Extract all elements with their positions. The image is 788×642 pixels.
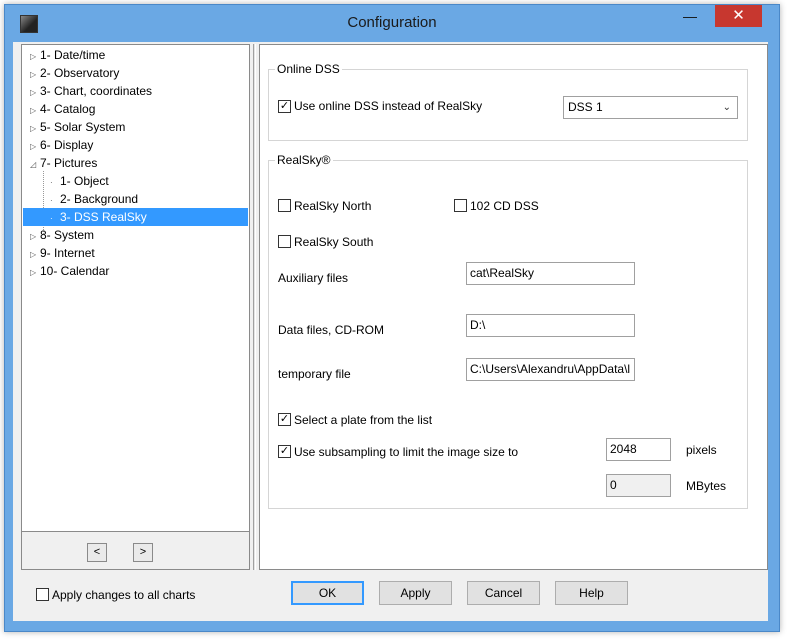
apply-all-charts-checkbox[interactable] (36, 588, 49, 601)
realsky-south-checkbox[interactable] (278, 235, 291, 248)
check-icon: ✓ (279, 413, 290, 425)
use-online-dss-label[interactable]: Use online DSS instead of RealSky (294, 99, 482, 113)
next-page-button[interactable]: > (133, 543, 153, 562)
tree-item-system[interactable]: ▷ 8- System (30, 226, 94, 244)
subsampling-checkbox[interactable]: ✓ (278, 445, 291, 458)
previous-page-button[interactable]: < (87, 543, 107, 562)
subsampling-label[interactable]: Use subsampling to limit the image size … (294, 445, 518, 459)
tree-item-observatory[interactable]: ▷ 2- Observatory (30, 64, 119, 82)
mbytes-input: 0 (606, 474, 671, 497)
check-icon: ✓ (279, 100, 290, 112)
triangle-expander-icon[interactable]: ▷ (30, 264, 40, 282)
triangle-collapse-icon[interactable]: ◿ (30, 156, 40, 174)
tree-item-internet[interactable]: ▷ 9- Internet (30, 244, 95, 262)
minimize-button[interactable]: — (676, 5, 704, 27)
tree-item-pictures[interactable]: ◿ 7- Pictures (30, 154, 97, 172)
auxiliary-files-label: Auxiliary files (278, 271, 349, 285)
realsky-south-label[interactable]: RealSky South (294, 235, 373, 249)
tree-item-catalog[interactable]: ▷ 4- Catalog (30, 100, 95, 118)
temporary-file-label: temporary file (278, 367, 351, 381)
tree-item-display[interactable]: ▷ 6- Display (30, 136, 93, 154)
splitter[interactable] (253, 44, 256, 570)
realsky-north-checkbox[interactable] (278, 199, 291, 212)
auxiliary-files-input[interactable]: cat\RealSky (466, 262, 635, 285)
select-plate-checkbox[interactable]: ✓ (278, 413, 291, 426)
tree-item-object[interactable]: · 1- Object (50, 172, 109, 190)
window-title: Configuration (347, 14, 437, 31)
ok-button[interactable]: OK (291, 581, 364, 605)
select-plate-label[interactable]: Select a plate from the list (294, 413, 432, 427)
tree-item-dss-realsky[interactable]: · 3- DSS RealSky (23, 208, 248, 226)
apply-all-charts-label[interactable]: Apply changes to all charts (52, 588, 195, 602)
tree-item-solar-system[interactable]: ▷ 5- Solar System (30, 118, 125, 136)
realsky-north-label[interactable]: RealSky North (294, 199, 371, 213)
data-files-label: Data files, CD-ROM (278, 323, 385, 337)
temporary-file-input[interactable]: C:\Users\Alexandru\AppData\l (466, 358, 635, 381)
realsky-group-label: RealSky® (275, 153, 333, 167)
close-button[interactable]: ✕ (715, 5, 762, 27)
mbytes-unit-label: MBytes (686, 479, 727, 493)
tree-item-background[interactable]: · 2- Background (50, 190, 138, 208)
tree-item-date-time[interactable]: ▷ 1- Date/time (30, 46, 105, 64)
help-button[interactable]: Help (555, 581, 628, 605)
tree-navigation-bar: < > (21, 532, 250, 570)
pixels-unit-label: pixels (686, 443, 717, 457)
settings-tree[interactable]: ▷ 1- Date/time ▷ 2- Observatory ▷ 3- Chart,… (21, 44, 250, 532)
apply-button[interactable]: Apply (379, 581, 452, 605)
online-dss-group-label: Online DSS (275, 62, 342, 76)
dss-source-select[interactable]: DSS 1 ⌄ (563, 96, 738, 119)
chevron-down-icon: ⌄ (722, 102, 731, 113)
cd102-dss-checkbox[interactable] (454, 199, 467, 212)
tree-item-calendar[interactable]: ▷ 10- Calendar (30, 262, 109, 280)
tree-item-chart-coordinates[interactable]: ▷ 3- Chart, coordinates (30, 82, 152, 100)
cd102-dss-label[interactable]: 102 CD DSS (470, 199, 539, 213)
use-online-dss-checkbox[interactable]: ✓ (278, 100, 291, 113)
data-files-input[interactable]: D:\ (466, 314, 635, 337)
cancel-button[interactable]: Cancel (467, 581, 540, 605)
check-icon: ✓ (279, 445, 290, 457)
pixels-input[interactable]: 2048 (606, 438, 671, 461)
